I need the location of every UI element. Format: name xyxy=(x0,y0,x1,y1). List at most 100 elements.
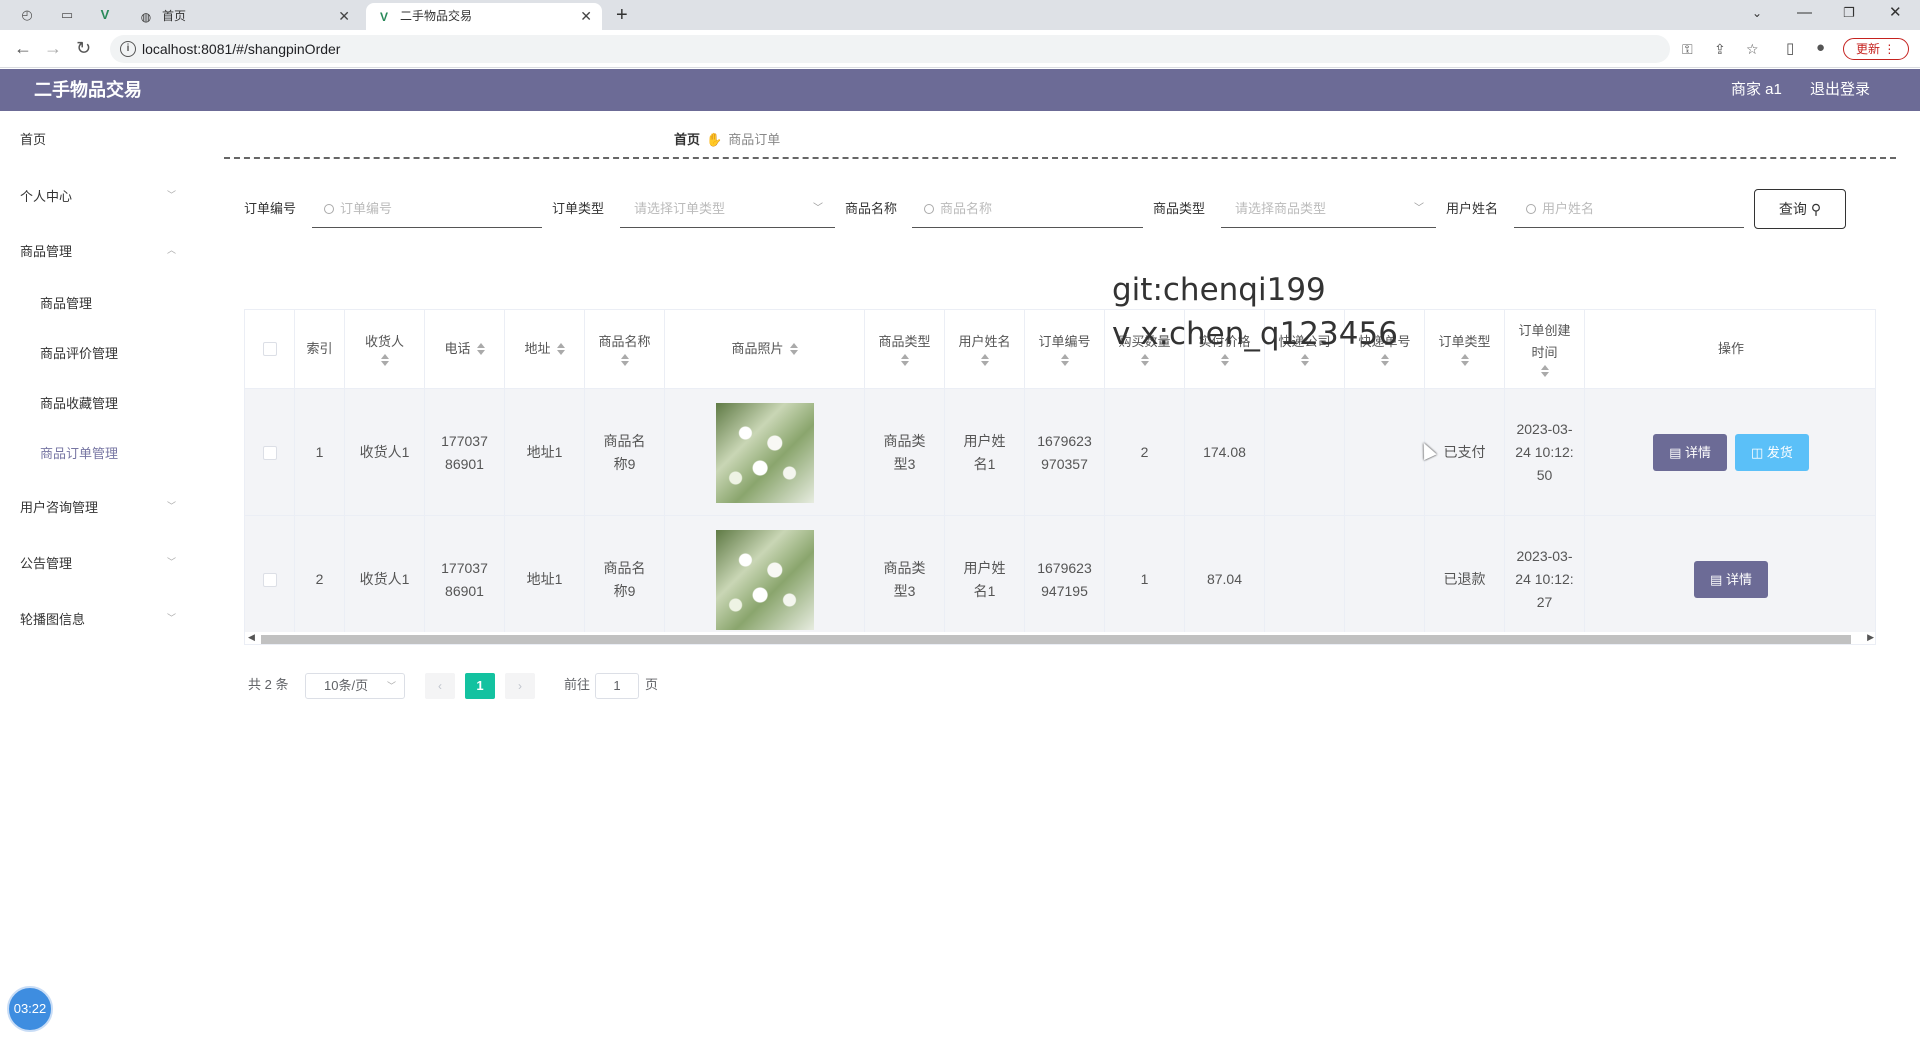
header-index: 索引 xyxy=(295,310,345,389)
header-receiver[interactable]: 收货人 xyxy=(345,310,425,389)
restore-icon[interactable]: ❐ xyxy=(1843,2,1855,24)
close-window-icon[interactable]: ✕ xyxy=(1889,2,1902,24)
sort-icon[interactable] xyxy=(1380,353,1389,367)
sidebar-item-carousel[interactable]: 轮播图信息 ﹀ xyxy=(20,609,176,628)
breadcrumb-home[interactable]: 首页 xyxy=(674,132,700,147)
recording-timer[interactable]: 03:22 xyxy=(7,986,53,1032)
sort-icon[interactable] xyxy=(1220,353,1229,367)
page-number-active[interactable]: 1 xyxy=(465,673,495,699)
sidebar-item-notice[interactable]: 公告管理 ﹀ xyxy=(20,553,176,572)
scroll-right-icon[interactable]: ▶ xyxy=(1867,632,1874,643)
header-address[interactable]: 地址 xyxy=(505,310,585,389)
header-order-type[interactable]: 订单类型 xyxy=(1425,310,1505,389)
back-icon[interactable]: ← xyxy=(14,38,32,58)
next-page-button[interactable]: › xyxy=(505,673,535,699)
header-phone[interactable]: 电话 xyxy=(425,310,505,389)
share-icon[interactable]: ⇪ xyxy=(1714,39,1726,59)
url-text[interactable]: localhost:8081/#/shangpinOrder xyxy=(142,35,340,63)
sidebar-subitem-orders[interactable]: 商品订单管理 xyxy=(40,443,118,462)
order-no-input[interactable]: 订单编号 xyxy=(312,190,542,228)
detail-label: 详情 xyxy=(1684,445,1711,460)
sidebar-item-home[interactable]: 首页 xyxy=(20,129,46,148)
sort-icon[interactable] xyxy=(620,353,629,367)
select-all-checkbox[interactable] xyxy=(262,342,277,356)
phone-cell: 17703786901 xyxy=(425,389,505,516)
browser-tab-active[interactable]: V 二手物品交易 ✕ xyxy=(366,3,602,30)
express-no-cell xyxy=(1345,389,1425,516)
sidebar-subitem-reviews[interactable]: 商品评价管理 xyxy=(40,343,118,362)
tab-label: 首页 xyxy=(162,9,187,23)
query-button[interactable]: 查询 ⚲ xyxy=(1754,189,1846,229)
sort-icon[interactable] xyxy=(1060,353,1069,367)
goods-photo[interactable] xyxy=(715,529,814,630)
sidebar-subitem-goods[interactable]: 商品管理 xyxy=(40,293,92,312)
address-cell: 地址1 xyxy=(505,516,585,643)
address-cell: 地址1 xyxy=(505,389,585,516)
sort-icon[interactable] xyxy=(900,353,909,367)
sort-icon[interactable] xyxy=(476,342,485,356)
header-created[interactable]: 订单创建时间 xyxy=(1505,310,1585,389)
scrollbar-thumb[interactable] xyxy=(261,635,1851,644)
page-size-select[interactable]: 10条/页 ﹀ xyxy=(305,673,405,699)
row-checkbox[interactable] xyxy=(262,445,277,460)
update-button[interactable]: 更新 ⋮ xyxy=(1843,38,1909,60)
sidebar-item-personal[interactable]: 个人中心 ﹀ xyxy=(20,186,176,205)
horizontal-scrollbar[interactable]: ◀ ▶ xyxy=(245,632,1875,644)
sidebar-item-consult[interactable]: 用户咨询管理 ﹀ xyxy=(20,497,176,516)
sidebar-subitem-favorites[interactable]: 商品收藏管理 xyxy=(40,393,118,412)
row-checkbox[interactable] xyxy=(262,572,277,587)
header-photo[interactable]: 商品照片 xyxy=(665,310,865,389)
user-name-label: 用户姓名 xyxy=(1446,201,1499,216)
chevron-down-icon: ﹀ xyxy=(167,613,177,623)
header-order-no[interactable]: 订单编号 xyxy=(1025,310,1105,389)
sidebar-item-label: 用户咨询管理 xyxy=(20,500,99,515)
sort-icon[interactable] xyxy=(980,353,989,367)
goods-type-select[interactable]: 请选择商品类型 ﹀ xyxy=(1221,190,1436,228)
sort-icon[interactable] xyxy=(380,353,389,367)
bookmark-star-icon[interactable]: ☆ xyxy=(1746,39,1759,59)
logout-button[interactable]: 退出登录 xyxy=(1810,69,1870,111)
sort-icon[interactable] xyxy=(1540,364,1549,378)
header-user[interactable]: 用户姓名 xyxy=(945,310,1025,389)
close-tab-icon[interactable]: ✕ xyxy=(580,3,592,30)
prev-page-button[interactable]: ‹ xyxy=(425,673,455,699)
scroll-left-icon[interactable]: ◀ xyxy=(248,632,255,643)
browser-tab-home[interactable]: ◍ 首页 ✕ xyxy=(128,3,360,30)
key-icon[interactable]: ⚿ xyxy=(1682,39,1693,59)
page-icon[interactable]: ▭ xyxy=(58,6,76,24)
ship-button[interactable]: ◫ 发货 xyxy=(1735,434,1809,471)
header-label: 商品名称 xyxy=(598,334,651,349)
header-goods-type[interactable]: 商品类型 xyxy=(865,310,945,389)
detail-button[interactable]: ▤ 详情 xyxy=(1694,561,1768,598)
reload-icon[interactable]: ↻ xyxy=(76,38,91,58)
header-label: 操作 xyxy=(1717,341,1744,356)
order-type-select[interactable]: 请选择订单类型 ﹀ xyxy=(620,190,835,228)
close-tab-icon[interactable]: ✕ xyxy=(338,3,350,30)
sort-icon[interactable] xyxy=(1460,353,1469,367)
sort-icon[interactable] xyxy=(556,342,565,356)
header-goods-name[interactable]: 商品名称 xyxy=(585,310,665,389)
goods-name-input[interactable]: 商品名称 xyxy=(912,190,1143,228)
header-label: 订单编号 xyxy=(1038,334,1091,349)
sidebar-item-goods[interactable]: 商品管理 ︿ xyxy=(20,241,176,260)
site-info-icon[interactable]: i xyxy=(120,41,136,57)
sort-icon[interactable] xyxy=(1300,353,1309,367)
forward-icon[interactable]: → xyxy=(44,38,62,58)
minimize-icon[interactable]: — xyxy=(1797,2,1812,24)
new-tab-icon[interactable]: + xyxy=(616,2,628,28)
vue-icon[interactable]: V xyxy=(96,6,114,24)
goods-photo[interactable] xyxy=(715,402,814,503)
price-cell: 174.08 xyxy=(1185,389,1265,516)
ship-label: 发货 xyxy=(1766,445,1793,460)
history-icon[interactable]: ◴ xyxy=(18,6,36,24)
profile-icon[interactable]: ● xyxy=(1816,39,1825,56)
url-field[interactable]: i localhost:8081/#/shangpinOrder ⚿ ⇪ ☆ xyxy=(110,35,1759,63)
user-name-input[interactable]: 用户姓名 xyxy=(1514,190,1744,228)
side-panel-icon[interactable]: ▯ xyxy=(1786,39,1794,57)
sort-icon[interactable] xyxy=(789,342,798,356)
sort-icon[interactable] xyxy=(1140,353,1149,367)
goto-page-input[interactable]: 1 xyxy=(595,673,639,699)
tab-search-icon[interactable]: ⌄ xyxy=(1752,2,1762,24)
user-cell: 用户姓名1 xyxy=(945,516,1025,643)
detail-button[interactable]: ▤ 详情 xyxy=(1653,434,1727,471)
